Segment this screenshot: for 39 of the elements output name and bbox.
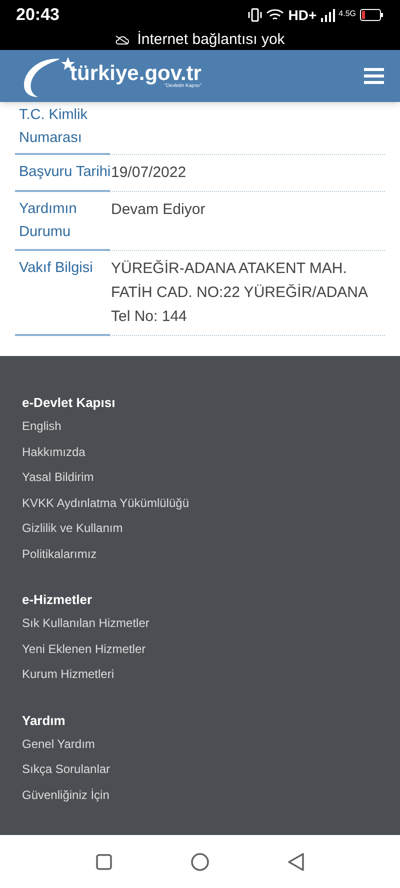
footer-link[interactable]: Politikalarımız <box>22 542 378 567</box>
clock: 20:43 <box>16 4 60 26</box>
footer-heading: e-Devlet Kapısı <box>22 394 116 412</box>
field-label: Başvuru Tarihi <box>18 163 111 182</box>
footer-heading: e-Hizmetler <box>22 591 94 609</box>
footer-heading: Yardım <box>22 712 66 730</box>
logo-text: türkiye.gov.tr <box>70 63 202 84</box>
square-icon <box>96 854 112 870</box>
footer-link[interactable]: Gizlilik ve Kullanım <box>22 516 378 542</box>
footer-link[interactable]: Güvenliğiniz İçin <box>22 782 378 808</box>
cloud-off-icon <box>115 35 130 45</box>
battery-icon <box>360 9 384 21</box>
signal-icon <box>320 8 335 22</box>
home-button[interactable] <box>190 852 209 870</box>
wifi-icon <box>266 8 284 22</box>
field-label: Yardımın Durumu <box>18 200 78 242</box>
circle-icon <box>190 852 209 870</box>
offline-notice: İnternet bağlantısı yok <box>137 30 285 50</box>
field-label: Vakıf Bilgisi <box>18 259 94 278</box>
field-value: YÜREĞİR-ADANA ATAKENT MAH. FATİH CAD. NO:22 YÜREĞİR/ADANA Tel No: 144 <box>111 259 369 327</box>
back-icon <box>288 852 304 870</box>
field-value: 19/07/2022 <box>111 163 186 183</box>
network-type: 4.5G <box>338 8 356 20</box>
recents-button[interactable] <box>96 854 112 870</box>
footer-link[interactable]: Kurum Hizmetleri <box>22 662 378 688</box>
menu-icon <box>364 67 384 85</box>
footer-link[interactable]: Hakkımızda <box>22 440 378 465</box>
footer-link[interactable]: Yeni Eklenen Hizmetler <box>22 636 378 662</box>
footer-link[interactable]: Sık Kullanılan Hizmetler <box>22 611 378 636</box>
back-button[interactable] <box>288 852 304 870</box>
footer-link[interactable]: Genel Yardım <box>22 732 378 757</box>
field-label: T.C. Kimlik Numarası <box>18 106 88 148</box>
network-label: HD+ <box>288 6 317 24</box>
footer-link[interactable]: English <box>22 414 378 440</box>
field-value: Devam Ediyor <box>111 200 206 220</box>
vibrate-icon <box>248 7 262 23</box>
footer-link[interactable]: KVKK Aydınlatma Yükümlülüğü <box>22 490 378 516</box>
footer-link[interactable]: Sıkça Sorulanlar <box>22 757 378 782</box>
footer-link[interactable]: Yasal Bildirim <box>22 465 378 490</box>
